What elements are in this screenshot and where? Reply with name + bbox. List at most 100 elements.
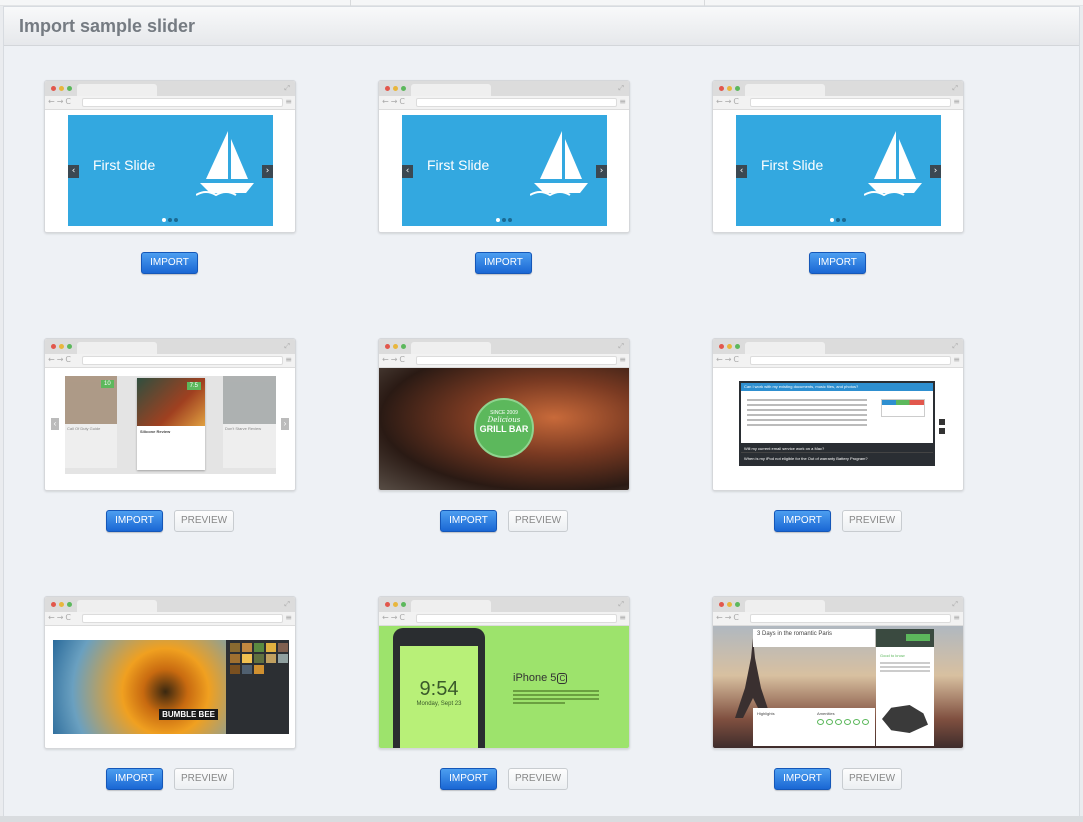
import-button[interactable]: IMPORT (440, 768, 497, 790)
menu-icon: ≡ (953, 613, 960, 622)
nav-arrows-icon: ←→C (382, 355, 407, 364)
import-button[interactable]: IMPORT (774, 768, 831, 790)
amenities-label: Amenities (817, 711, 835, 716)
browser-address-row: ←→C ≡ (713, 96, 963, 110)
expand-icon: ⤢ (952, 342, 958, 350)
address-bar (750, 98, 951, 107)
browser-address-row: ←→C ≡ (713, 612, 963, 626)
close-dot-icon (719, 344, 724, 349)
browser-titlebar: ⤢ (379, 597, 629, 612)
close-dot-icon (51, 344, 56, 349)
import-button[interactable]: IMPORT (440, 510, 497, 532)
preview-button[interactable]: PREVIEW (174, 768, 234, 790)
import-button[interactable]: IMPORT (809, 252, 866, 274)
slider-template-card-4[interactable]: ⤢ ←→C ≡ Call Of Duty Guide 7.5 Silicone … (44, 338, 296, 491)
slider-template-card-6[interactable]: ⤢ ←→C ≡ Can I work with my existing docu… (712, 338, 964, 491)
address-bar (750, 614, 951, 623)
slider-preview-screen: 9:54 Monday, Sept 23 iPhone 5C (379, 626, 629, 748)
nav-arrows-icon: ←→C (716, 355, 741, 364)
expand-icon: ⤢ (618, 84, 624, 92)
slider-template-card-7[interactable]: ⤢ ←→C ≡ BUMBLE BEE (44, 596, 296, 749)
browser-tab (411, 84, 491, 96)
browser-titlebar: ⤢ (45, 597, 295, 612)
menu-icon: ≡ (619, 355, 626, 364)
highlights-label: Highlights (757, 711, 775, 716)
bee-caption: BUMBLE BEE (159, 709, 218, 720)
browser-tab (411, 600, 491, 612)
expand-icon: ⤢ (618, 342, 624, 350)
import-button[interactable]: IMPORT (106, 510, 163, 532)
slider-preview-screen: Call Of Duty Guide 7.5 Silicone Review 1… (45, 368, 295, 490)
address-bar (416, 356, 617, 365)
slide-bullets (830, 218, 846, 222)
nav-arrows-icon: ←→C (716, 97, 741, 106)
review-card: Don't Starve Review (223, 376, 276, 468)
slider-template-card-8[interactable]: ⤢ ←→C ≡ 9:54 Monday, Sept 23 iPhone 5C (378, 596, 630, 749)
close-dot-icon (719, 602, 724, 607)
sailboat-icon (864, 131, 922, 197)
faq-question: When is my iPod not eligible for the Out… (744, 456, 868, 461)
slide-bullets (162, 218, 178, 222)
browser-tab (77, 84, 157, 96)
next-arrow-icon: › (930, 165, 941, 178)
browser-address-row: ←→C ≡ (379, 612, 629, 626)
slider-template-card-5[interactable]: ⤢ ←→C ≡ SINCE 2009 Delicious GRILL BAR (378, 338, 630, 491)
import-button[interactable]: IMPORT (475, 252, 532, 274)
address-bar (82, 98, 283, 107)
preview-button[interactable]: PREVIEW (508, 768, 568, 790)
paris-title: 3 Days in the romantic Paris (757, 631, 833, 637)
maximize-dot-icon (401, 86, 406, 91)
slider-preview-screen: 3 Days in the romantic Paris Good to kno… (713, 626, 963, 748)
up-arrow-icon (939, 419, 945, 425)
slider-template-card-2[interactable]: ⤢ ←→C ≡ First Slide ‹ › (378, 80, 630, 233)
faq-question: Will my current email service work on a … (741, 443, 933, 453)
close-dot-icon (51, 86, 56, 91)
amenity-icons (817, 719, 869, 725)
minimize-dot-icon (59, 602, 64, 607)
bee-photo: BUMBLE BEE (53, 640, 226, 734)
browser-titlebar: ⤢ (379, 339, 629, 354)
slide-caption: First Slide (93, 157, 156, 173)
faq-text-lines (747, 396, 867, 429)
browser-address-row: ←→C ≡ (379, 354, 629, 368)
slider-preview-screen: Can I work with my existing documents, m… (713, 368, 963, 490)
import-button[interactable]: IMPORT (141, 252, 198, 274)
browser-address-row: ←→C ≡ (45, 96, 295, 110)
address-bar (416, 98, 617, 107)
slider-template-card-3[interactable]: ⤢ ←→C ≡ First Slide ‹ › (712, 80, 964, 233)
import-button[interactable]: IMPORT (106, 768, 163, 790)
preview-button[interactable]: PREVIEW (842, 768, 902, 790)
browser-address-row: ←→C ≡ (45, 354, 295, 368)
browser-titlebar: ⤢ (713, 339, 963, 354)
preview-button[interactable]: PREVIEW (842, 510, 902, 532)
maximize-dot-icon (401, 602, 406, 607)
nav-arrows-icon: ←→C (48, 613, 73, 622)
browser-address-row: ←→C ≡ (45, 612, 295, 626)
expand-icon: ⤢ (618, 600, 624, 608)
browser-titlebar: ⤢ (713, 597, 963, 612)
menu-icon: ≡ (619, 613, 626, 622)
iphone-model-title: iPhone 5C (513, 672, 568, 684)
close-dot-icon (719, 86, 724, 91)
logo-script: Delicious (487, 416, 521, 424)
browser-tab (745, 600, 825, 612)
panel-title: Import sample slider (19, 15, 196, 36)
browser-tab (77, 600, 157, 612)
preview-button[interactable]: PREVIEW (174, 510, 234, 532)
slide-caption: First Slide (761, 157, 824, 173)
nav-arrows-icon: ←→C (716, 613, 741, 622)
maximize-dot-icon (401, 344, 406, 349)
preview-button[interactable]: PREVIEW (508, 510, 568, 532)
minimize-dot-icon (393, 86, 398, 91)
expand-icon: ⤢ (952, 600, 958, 608)
slider-preview-screen: BUMBLE BEE (45, 626, 295, 748)
iphone-date: Monday, Sept 23 (416, 701, 462, 707)
slider-template-card-9[interactable]: ⤢ ←→C ≡ 3 Days in the romantic Paris Goo… (712, 596, 964, 749)
next-arrow-icon: › (596, 165, 607, 178)
import-button[interactable]: IMPORT (774, 510, 831, 532)
score-badge: 10 (101, 380, 114, 388)
maximize-dot-icon (67, 602, 72, 607)
review-card: Call Of Duty Guide (65, 376, 117, 468)
slider-template-card-1[interactable]: ⤢ ←→C ≡ First Slide ‹ › (44, 80, 296, 233)
faq-table-image (881, 399, 925, 417)
